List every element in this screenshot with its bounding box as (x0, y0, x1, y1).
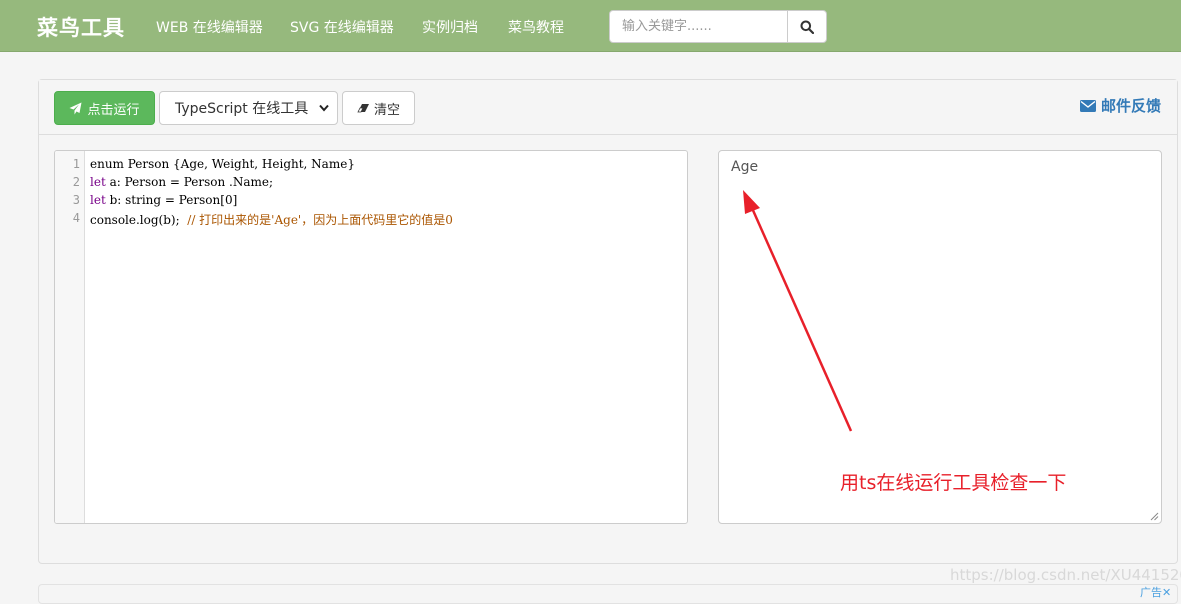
site-logo[interactable]: 菜鸟工具 (37, 12, 125, 42)
line-number: 1 (72, 157, 80, 171)
code-text: console.log(b); (90, 213, 188, 227)
nav-examples[interactable]: 实例归档 (422, 17, 478, 37)
line-number-gutter: 1 2 3 4 (55, 151, 85, 523)
close-icon[interactable]: ✕ (1162, 586, 1171, 599)
annotation-text: 用ts在线运行工具检查一下 (840, 472, 1067, 494)
code-comment: // 打印出来的是'Age'，因为上面代码里它的值是0 (187, 213, 453, 227)
ad-label: 广告 (1140, 586, 1162, 599)
code-editor[interactable]: 1 2 3 4 enum Person {Age, Weight, Height… (54, 150, 688, 524)
search-input[interactable] (609, 10, 789, 43)
run-button[interactable]: 点击运行 (54, 91, 155, 125)
eraser-icon (357, 104, 369, 113)
search-button[interactable] (787, 10, 827, 43)
code-line: let b: string = Person[0] (90, 193, 237, 207)
line-number: 4 (72, 211, 80, 225)
language-select[interactable]: TypeScript 在线工具 (159, 91, 338, 125)
run-button-label: 点击运行 (87, 102, 140, 118)
envelope-icon (1079, 99, 1096, 112)
code-text: : Person = Person .Name; (116, 175, 274, 189)
code-variable: a (105, 175, 117, 189)
feedback-link[interactable]: 邮件反馈 (1079, 95, 1161, 116)
code-keyword: let (90, 175, 106, 189)
feedback-label: 邮件反馈 (1100, 97, 1161, 115)
code-line: enum Person {Age, Weight, Height, Name} (90, 157, 355, 171)
output-text: Age (731, 159, 759, 175)
search-icon (800, 20, 814, 34)
line-number: 2 (72, 175, 80, 189)
search-box (609, 10, 827, 43)
ad-badge[interactable]: 广告✕ (1140, 584, 1171, 600)
code-keyword: let (90, 193, 106, 207)
lower-panel (38, 584, 1178, 604)
nav-web-editor[interactable]: WEB 在线编辑器 (156, 17, 263, 37)
top-navbar: 菜鸟工具 WEB 在线编辑器 SVG 在线编辑器 实例归档 菜鸟教程 (0, 0, 1181, 52)
line-number: 3 (72, 193, 80, 207)
language-select-value: TypeScript 在线工具 (175, 101, 309, 117)
code-text: : string = Person[0] (117, 193, 238, 207)
code-line: let a: Person = Person .Name; (90, 175, 273, 189)
watermark: https://blog.csdn.net/XU441520 (950, 566, 1181, 584)
code-line: console.log(b); // 打印出来的是'Age'，因为上面代码里它的… (90, 211, 453, 228)
clear-button-label: 清空 (373, 102, 400, 118)
resize-handle-icon[interactable] (1150, 512, 1159, 521)
clear-button[interactable]: 清空 (342, 91, 415, 125)
nav-tutorial[interactable]: 菜鸟教程 (508, 17, 564, 37)
code-variable: b (105, 193, 118, 207)
code-text: enum Person {Age, Weight, Height, Name} (90, 157, 355, 171)
paper-plane-icon (69, 102, 82, 114)
chevron-down-icon (319, 104, 329, 112)
nav-svg-editor[interactable]: SVG 在线编辑器 (290, 17, 394, 37)
panel-toolbar: 点击运行 TypeScript 在线工具 清空 邮件反馈 (39, 80, 1177, 135)
